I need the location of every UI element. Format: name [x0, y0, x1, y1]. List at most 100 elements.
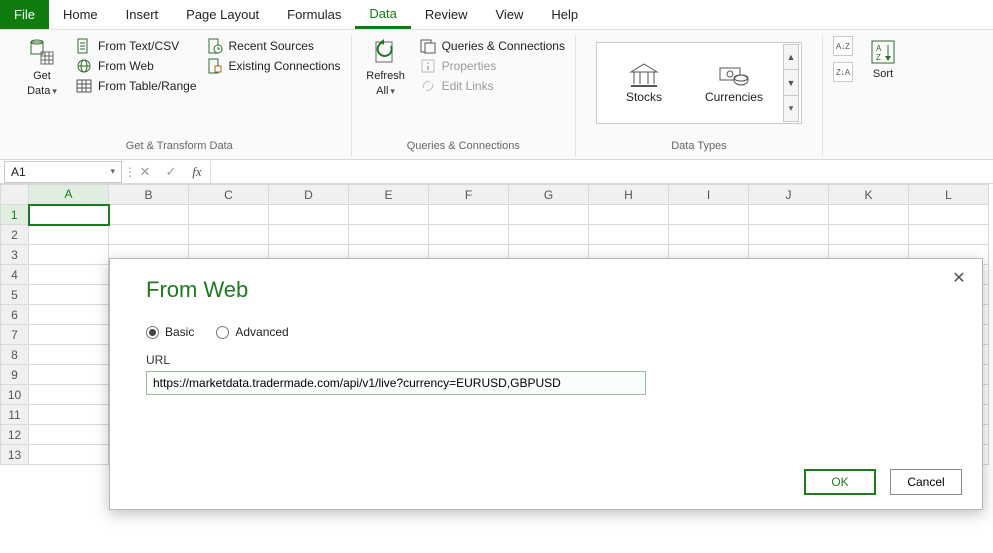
col-header-g[interactable]: G — [509, 185, 589, 205]
cell[interactable] — [29, 345, 109, 365]
row-header-6[interactable]: 6 — [1, 305, 29, 325]
cell[interactable] — [29, 305, 109, 325]
cell[interactable] — [29, 385, 109, 405]
sort-desc-button[interactable]: Z↓A — [833, 62, 853, 82]
globe-icon — [76, 58, 92, 74]
row-header-12[interactable]: 12 — [1, 425, 29, 445]
cell[interactable] — [429, 225, 509, 245]
cell[interactable] — [29, 265, 109, 285]
data-types-expand[interactable]: ▾ — [783, 96, 799, 122]
menu-insert[interactable]: Insert — [112, 0, 173, 29]
cell[interactable] — [589, 225, 669, 245]
cell[interactable] — [829, 225, 909, 245]
cell[interactable] — [29, 225, 109, 245]
col-header-a[interactable]: A — [29, 185, 109, 205]
dialog-close-button[interactable]: ✕ — [946, 265, 972, 291]
col-header-b[interactable]: B — [109, 185, 189, 205]
menu-view[interactable]: View — [481, 0, 537, 29]
cell[interactable] — [109, 225, 189, 245]
menu-data[interactable]: Data — [355, 0, 410, 29]
col-header-e[interactable]: E — [349, 185, 429, 205]
row-header-13[interactable]: 13 — [1, 445, 29, 465]
cell[interactable] — [909, 205, 989, 225]
radio-advanced[interactable]: Advanced — [216, 325, 288, 339]
url-input[interactable] — [146, 371, 646, 395]
get-data-button[interactable]: Get Data▾ — [18, 36, 66, 98]
cell[interactable] — [909, 225, 989, 245]
menu-page-layout[interactable]: Page Layout — [172, 0, 273, 29]
row-header-3[interactable]: 3 — [1, 245, 29, 265]
cell[interactable] — [349, 205, 429, 225]
ok-button[interactable]: OK — [804, 469, 876, 495]
insert-function-button[interactable]: fx — [184, 161, 210, 183]
menu-home[interactable]: Home — [49, 0, 112, 29]
row-header-10[interactable]: 10 — [1, 385, 29, 405]
cell[interactable] — [429, 205, 509, 225]
refresh-all-button[interactable]: Refresh All▾ — [362, 36, 410, 98]
data-types-scroll-up[interactable]: ▲ — [783, 44, 799, 70]
row-header-5[interactable]: 5 — [1, 285, 29, 305]
row-header-9[interactable]: 9 — [1, 365, 29, 385]
edit-links-button: Edit Links — [420, 76, 565, 96]
menu-formulas[interactable]: Formulas — [273, 0, 355, 29]
cell[interactable] — [749, 225, 829, 245]
col-header-j[interactable]: J — [749, 185, 829, 205]
cell[interactable] — [189, 225, 269, 245]
cell[interactable] — [29, 285, 109, 305]
existing-connections-button[interactable]: Existing Connections — [207, 56, 341, 76]
cell[interactable] — [829, 205, 909, 225]
cell[interactable] — [109, 205, 189, 225]
cell-a1[interactable] — [29, 205, 109, 225]
edit-links-label: Edit Links — [442, 79, 494, 93]
col-header-i[interactable]: I — [669, 185, 749, 205]
cell[interactable] — [269, 205, 349, 225]
from-text-csv-button[interactable]: From Text/CSV — [76, 36, 197, 56]
name-box[interactable]: A1 ▾ — [4, 161, 122, 183]
cell[interactable] — [509, 205, 589, 225]
cell[interactable] — [29, 245, 109, 265]
col-header-k[interactable]: K — [829, 185, 909, 205]
row-header-11[interactable]: 11 — [1, 405, 29, 425]
cell[interactable] — [29, 425, 109, 445]
menu-review[interactable]: Review — [411, 0, 482, 29]
queries-connections-button[interactable]: Queries & Connections — [420, 36, 565, 56]
row-header-2[interactable]: 2 — [1, 225, 29, 245]
row-header-1[interactable]: 1 — [1, 205, 29, 225]
cell[interactable] — [509, 225, 589, 245]
cell[interactable] — [189, 205, 269, 225]
cell[interactable] — [589, 205, 669, 225]
from-web-button[interactable]: From Web — [76, 56, 197, 76]
radio-basic[interactable]: Basic — [146, 325, 194, 339]
cell[interactable] — [669, 205, 749, 225]
cell[interactable] — [669, 225, 749, 245]
menu-help[interactable]: Help — [537, 0, 592, 29]
formula-bar-separator: ⋮ — [124, 165, 132, 179]
cell[interactable] — [269, 225, 349, 245]
data-type-stocks[interactable]: Stocks — [599, 62, 689, 104]
cell[interactable] — [29, 445, 109, 465]
row-header-8[interactable]: 8 — [1, 345, 29, 365]
row-header-7[interactable]: 7 — [1, 325, 29, 345]
from-table-range-button[interactable]: From Table/Range — [76, 76, 197, 96]
select-all-corner[interactable] — [1, 185, 29, 205]
sort-button[interactable]: AZ Sort — [863, 36, 903, 81]
cell[interactable] — [29, 405, 109, 425]
cell[interactable] — [29, 365, 109, 385]
cancel-button[interactable]: Cancel — [890, 469, 962, 495]
data-types-scroll-down[interactable]: ▼ — [783, 70, 799, 96]
group-get-transform-label: Get & Transform Data — [126, 138, 233, 156]
sort-asc-button[interactable]: A↓Z — [833, 36, 853, 56]
cell[interactable] — [349, 225, 429, 245]
cell[interactable] — [29, 325, 109, 345]
recent-sources-button[interactable]: Recent Sources — [207, 36, 341, 56]
menu-file[interactable]: File — [0, 0, 49, 29]
row-header-4[interactable]: 4 — [1, 265, 29, 285]
cell[interactable] — [749, 205, 829, 225]
col-header-h[interactable]: H — [589, 185, 669, 205]
data-type-currencies[interactable]: Currencies — [689, 62, 779, 104]
col-header-l[interactable]: L — [909, 185, 989, 205]
formula-input[interactable] — [210, 161, 993, 183]
col-header-d[interactable]: D — [269, 185, 349, 205]
col-header-f[interactable]: F — [429, 185, 509, 205]
col-header-c[interactable]: C — [189, 185, 269, 205]
